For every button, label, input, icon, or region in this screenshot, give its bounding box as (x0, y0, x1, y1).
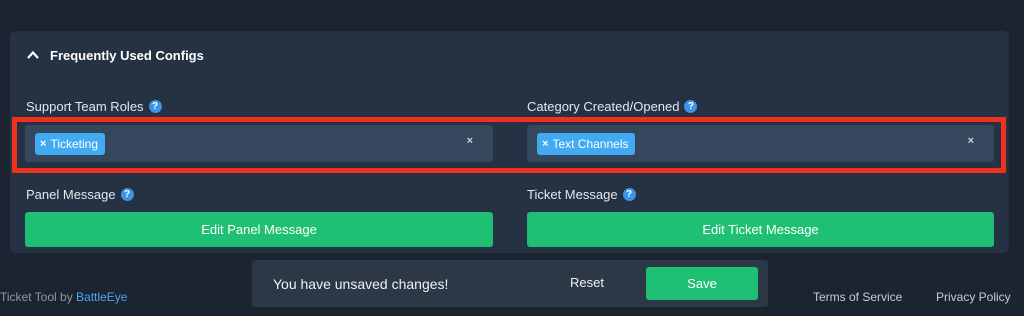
unsaved-message: You have unsaved changes! (273, 276, 449, 292)
section-title: Frequently Used Configs (50, 47, 204, 63)
category-select[interactable]: × Text Channels × (527, 125, 994, 162)
reset-button[interactable]: Reset (570, 275, 604, 290)
help-icon[interactable]: ? (622, 188, 636, 201)
help-icon[interactable]: ? (120, 188, 134, 201)
battleeye-link[interactable]: BattleEye (76, 290, 127, 304)
footer-credit: Ticket Tool by BattleEye (0, 290, 128, 304)
support-roles-label: Support Team Roles ? (26, 99, 162, 114)
clear-selection-icon[interactable]: × (467, 135, 473, 147)
category-label: Category Created/Opened ? (527, 99, 698, 114)
panel-message-label: Panel Message ? (26, 187, 134, 202)
help-icon[interactable]: ? (684, 100, 698, 113)
unsaved-changes-bar: You have unsaved changes! Reset Save (252, 260, 768, 307)
category-tag-text-channels: × Text Channels (537, 132, 636, 155)
section-header[interactable]: Frequently Used Configs (10, 31, 1009, 79)
clear-selection-icon[interactable]: × (968, 135, 974, 147)
edit-panel-message-button[interactable]: Edit Panel Message (25, 212, 493, 247)
terms-of-service-link[interactable]: Terms of Service (813, 290, 902, 304)
privacy-policy-link[interactable]: Privacy Policy (936, 290, 1011, 304)
edit-ticket-message-button[interactable]: Edit Ticket Message (527, 212, 994, 247)
chevron-up-icon (27, 50, 39, 59)
help-icon[interactable]: ? (148, 100, 162, 113)
save-button[interactable]: Save (646, 267, 758, 300)
remove-tag-icon[interactable]: × (542, 138, 548, 150)
remove-tag-icon[interactable]: × (40, 138, 46, 150)
ticket-message-label: Ticket Message ? (527, 187, 636, 202)
support-roles-select[interactable]: × Ticketing × (25, 125, 493, 162)
role-tag-ticketing: × Ticketing (35, 132, 106, 155)
